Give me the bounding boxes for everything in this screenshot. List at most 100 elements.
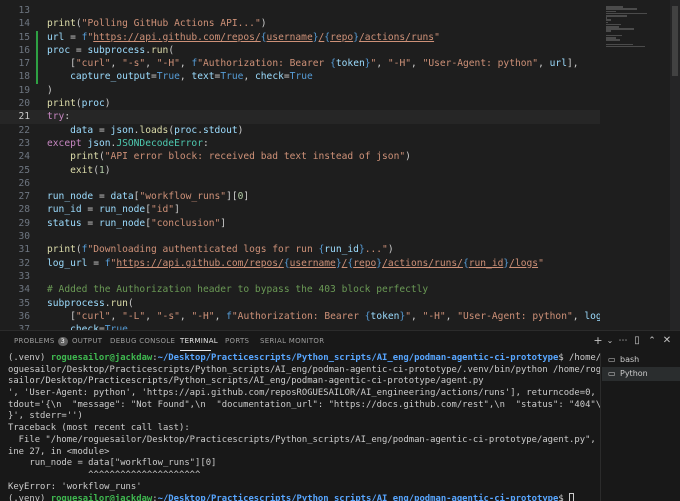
- code-line[interactable]: 30: [0, 230, 600, 243]
- plus-icon[interactable]: +: [592, 334, 604, 348]
- problems-count-badge: 3: [57, 337, 69, 346]
- close-icon[interactable]: ✕: [661, 334, 673, 348]
- line-text: data = json.loads(proc.stdout): [70, 124, 244, 136]
- code-line[interactable]: 14 print("Polling GitHub Actions API..."): [0, 17, 600, 30]
- line-text: log_url = f"https://api.github.com/repos…: [47, 257, 544, 269]
- code-lines[interactable]: 13 14 print("Polling GitHub Actions API...…: [0, 4, 680, 330]
- tab-debug-console[interactable]: DEBUG CONSOLE: [110, 337, 175, 345]
- code-line[interactable]: 17 ["curl", "-s", "-H", f"Authorization:…: [0, 57, 600, 71]
- terminal-line: run_node = data["workflow_runs"][0]: [8, 458, 217, 469]
- code-editor[interactable]: 13 14 print("Polling GitHub Actions API...…: [0, 0, 680, 330]
- line-number: 17: [18, 58, 30, 70]
- code-line[interactable]: 20 print(proc): [0, 97, 600, 110]
- terminal-instance-python[interactable]: ▭ Python: [602, 367, 680, 381]
- line-number: 13: [18, 5, 30, 16]
- editor-scrollbar[interactable]: [670, 0, 680, 330]
- code-line[interactable]: 29 status = run_node["conclusion"]: [0, 217, 600, 230]
- line-number: 28: [18, 204, 30, 216]
- code-line[interactable]: 27 run_node = data["workflow_runs"][0]: [0, 190, 600, 203]
- terminal-line: sailor/Desktop/Practicescripts/Python_sc…: [8, 376, 484, 387]
- minimap-line: [606, 30, 611, 32]
- panel-tabs: PROBLEMS 3 OUTPUT DEBUG CONSOLE TERMINAL …: [0, 331, 600, 353]
- minimap-line: [606, 45, 645, 48]
- code-line[interactable]: 34 # Added the Authorization header to by…: [0, 283, 600, 296]
- line-text: print("API error block: received bad tex…: [70, 151, 411, 163]
- code-line[interactable]: 16 proc = subprocess.run(: [0, 43, 600, 58]
- code-line[interactable]: 25 exit(1): [0, 164, 600, 177]
- line-text: ["curl", "-s", "-H", f"Authorization: Be…: [47, 58, 579, 70]
- line-number: 30: [18, 231, 30, 243]
- terminal-line: KeyError: 'workflow_runs': [8, 481, 142, 492]
- chevron-down-icon[interactable]: ⌄: [605, 334, 615, 348]
- git-change-marker: [36, 30, 38, 44]
- terminal-line: Traceback (most recent call last):: [8, 423, 190, 434]
- terminal-output[interactable]: (.venv) roguesailor@jackdaw:~/Desktop/Pr…: [0, 353, 600, 501]
- line-text: check=True: [70, 324, 128, 330]
- terminal-line: (.venv) roguesailor@jackdaw:~/Desktop/Pr…: [8, 353, 600, 363]
- line-number: 24: [18, 151, 30, 163]
- line-text: try:: [47, 111, 71, 123]
- tab-serial-monitor[interactable]: SERIAL MONITOR: [260, 337, 324, 345]
- code-line[interactable]: 15 url = f"https://api.github.com/repos/{…: [0, 30, 600, 44]
- line-number: 19: [18, 84, 30, 96]
- git-change-marker: [36, 70, 38, 84]
- line-text: ): [47, 84, 53, 96]
- code-line[interactable]: 24 print("API error block: received bad …: [0, 150, 600, 163]
- minimap-line: [606, 39, 620, 41]
- tab-terminal[interactable]: TERMINAL: [180, 337, 218, 345]
- git-change-marker: [36, 57, 38, 71]
- line-number: 22: [18, 124, 30, 136]
- tab-output[interactable]: OUTPUT: [72, 337, 102, 345]
- terminal-line: (.venv) roguesailor@jackdaw:~/Desktop/Pr…: [8, 493, 600, 501]
- line-number: 37: [18, 324, 30, 330]
- line-number: 34: [18, 284, 30, 296]
- line-number: 16: [18, 44, 30, 56]
- line-text: url = f"https://api.github.com/repos/{us…: [47, 31, 440, 43]
- code-line[interactable]: 19): [0, 84, 600, 97]
- terminal-line: }', stderr=''): [8, 411, 83, 422]
- line-number: 14: [18, 18, 30, 30]
- line-text: print(f"Downloading authenticated logs f…: [47, 244, 394, 256]
- maximize-icon[interactable]: ⌃: [646, 334, 658, 348]
- code-line[interactable]: 37 check=True: [0, 323, 600, 330]
- line-text: exit(1): [70, 164, 111, 176]
- split-icon[interactable]: ▯: [631, 334, 643, 348]
- code-line[interactable]: 35 subprocess.run(: [0, 297, 600, 310]
- terminal-icon: ▭: [608, 369, 616, 378]
- line-number: 29: [18, 217, 30, 229]
- code-line[interactable]: 13: [0, 4, 600, 17]
- line-text: proc = subprocess.run(: [47, 44, 175, 56]
- terminal-cursor: [569, 493, 575, 501]
- terminal-line: ^^^^^^^^^^^^^^^^^^^^^: [8, 469, 201, 480]
- line-number: 25: [18, 164, 30, 176]
- line-text: run_id = run_node["id"]: [47, 204, 180, 216]
- terminal-line: tdout='{\n "message": "Not Found",\n "do…: [8, 399, 600, 410]
- code-line[interactable]: 18 capture_output=True, text=True, check…: [0, 70, 600, 84]
- terminal-line: oguesailor/Desktop/Practicescripts/Pytho…: [8, 364, 600, 375]
- minimap[interactable]: [600, 0, 670, 330]
- line-number: 21: [18, 111, 30, 123]
- tab-problems[interactable]: PROBLEMS 3: [14, 337, 69, 346]
- code-line[interactable]: 31 print(f"Downloading authenticated logs…: [0, 243, 600, 256]
- code-line[interactable]: 26: [0, 177, 600, 190]
- line-text: print("Polling GitHub Actions API..."): [47, 18, 267, 30]
- line-text: print(proc): [47, 98, 111, 110]
- code-line[interactable]: 21 try:: [0, 110, 600, 124]
- code-line[interactable]: 32 log_url = f"https://api.github.com/rep…: [0, 257, 600, 270]
- terminal-instance-bash[interactable]: ▭ bash: [602, 353, 680, 367]
- active-tab-indicator: [180, 350, 211, 351]
- code-line[interactable]: 36 ["curl", "-L", "-s", "-H", f"Authoriz…: [0, 310, 680, 323]
- terminal-line: ine 27, in <module>: [8, 446, 110, 457]
- code-line[interactable]: 33: [0, 270, 600, 283]
- code-line[interactable]: 23 except json.JSONDecodeError:: [0, 137, 600, 150]
- line-number: 31: [18, 244, 30, 256]
- tab-ports[interactable]: PORTS: [225, 337, 249, 345]
- terminal-icon: ▭: [608, 355, 616, 364]
- code-line[interactable]: 22 data = json.loads(proc.stdout): [0, 124, 600, 137]
- editor-scroll-thumb[interactable]: [672, 6, 678, 76]
- more-icon[interactable]: ⋯: [617, 334, 629, 348]
- line-number: 36: [18, 310, 30, 322]
- line-text: capture_output=True, text=True, check=Tr…: [70, 71, 313, 83]
- code-line[interactable]: 28 run_id = run_node["id"]: [0, 203, 600, 216]
- line-text: status = run_node["conclusion"]: [47, 217, 227, 229]
